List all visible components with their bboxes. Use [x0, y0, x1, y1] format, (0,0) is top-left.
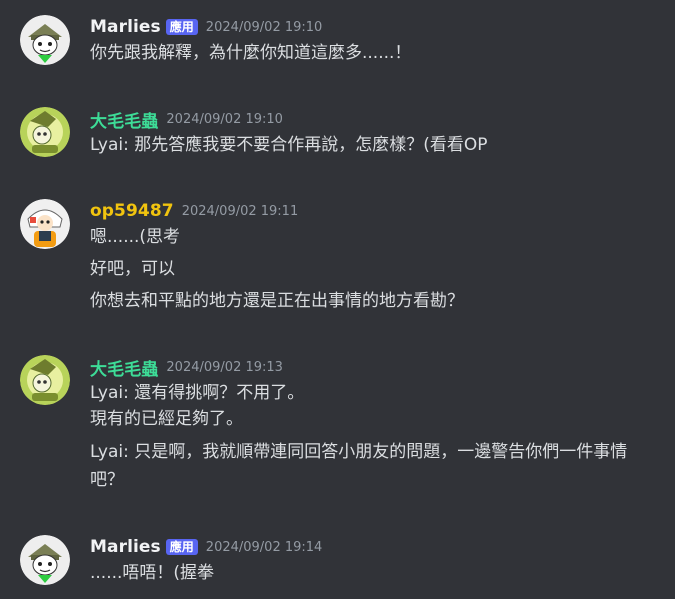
avatar[interactable] — [20, 199, 70, 249]
timestamp: 2024/09/02 19:13 — [166, 359, 283, 375]
message-text: 你想去和平點的地方還是正在出事情的地方看勘？ — [90, 291, 464, 311]
username[interactable]: Marlies — [90, 17, 161, 37]
message-text: 你先跟我解釋，為什麼你知道這麼多......！ — [90, 43, 412, 63]
avatar[interactable] — [20, 535, 70, 585]
message-header: op59487 2024/09/02 19:11 — [90, 199, 298, 223]
message-text: Lyai: 只是啊，我就順帶連同回答小朋友的問題，一邊警告你們一件事情吧？ — [90, 442, 628, 490]
message-text: 嗯......(思考 — [90, 227, 181, 247]
message-header: Marlies 應用 2024/09/02 19:14 — [90, 535, 322, 559]
avatar-caterpillar-icon — [20, 107, 70, 157]
avatar[interactable] — [20, 107, 70, 157]
avatar-marlies-icon — [20, 535, 70, 585]
message-text: Lyai: 那先答應我要不要合作再說，怎麼樣？(看看OP — [90, 135, 488, 155]
avatar-op59487-icon — [20, 199, 70, 249]
message-text: Lyai: 還有得挑啊？不用了。 — [90, 383, 305, 403]
avatar-marlies-icon — [20, 15, 70, 65]
username[interactable]: 大毛毛蟲 — [90, 355, 158, 380]
username[interactable]: Marlies — [90, 537, 161, 557]
message-text: 好吧，可以 — [90, 259, 175, 279]
username[interactable]: op59487 — [90, 201, 174, 221]
timestamp: 2024/09/02 19:10 — [205, 19, 323, 35]
message-group: 大毛毛蟲 2024/09/02 19:13 Lyai: 還有得挑啊？不用了。 現… — [0, 355, 675, 495]
timestamp: 2024/09/02 19:11 — [181, 203, 299, 219]
timestamp: 2024/09/02 19:14 — [205, 539, 323, 555]
message-text: ......唔唔！(握拳 — [90, 563, 215, 583]
message-group: Marlies 應用 2024/09/02 19:14 ......唔唔！(握拳 — [0, 535, 675, 595]
app-badge: 應用 — [165, 539, 198, 555]
message-text: 現有的已經足夠了。 — [90, 409, 243, 429]
message-header: 大毛毛蟲 2024/09/02 19:10 — [90, 107, 283, 132]
message-group: Marlies 應用 2024/09/02 19:10 你先跟我解釋，為什麼你知… — [0, 15, 675, 75]
message-group: 大毛毛蟲 2024/09/02 19:10 Lyai: 那先答應我要不要合作再說… — [0, 107, 675, 167]
chat-message-list: Marlies 應用 2024/09/02 19:10 你先跟我解釋，為什麼你知… — [0, 0, 675, 599]
avatar[interactable] — [20, 355, 70, 405]
message-header: Marlies 應用 2024/09/02 19:10 — [90, 15, 322, 39]
avatar[interactable] — [20, 15, 70, 65]
message-group: op59487 2024/09/02 19:11 嗯......(思考 好吧，可… — [0, 199, 675, 319]
message-header: 大毛毛蟲 2024/09/02 19:13 — [90, 355, 283, 380]
timestamp: 2024/09/02 19:10 — [166, 111, 283, 127]
app-badge: 應用 — [165, 19, 198, 35]
avatar-caterpillar-icon — [20, 355, 70, 405]
username[interactable]: 大毛毛蟲 — [90, 107, 158, 132]
